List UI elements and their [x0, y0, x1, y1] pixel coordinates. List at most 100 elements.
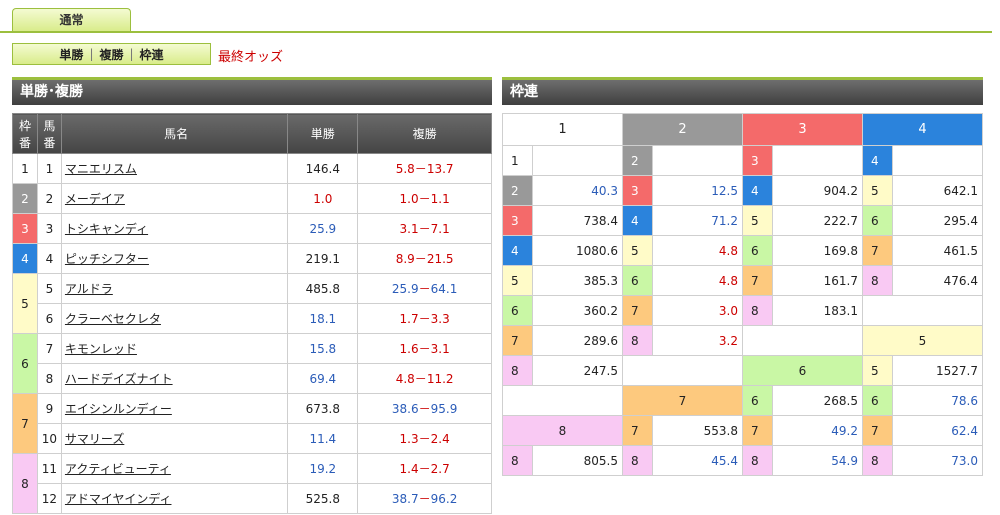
- horse-name-link[interactable]: マニエリスム: [65, 162, 137, 176]
- nav-wakuren[interactable]: 枠連: [140, 46, 164, 63]
- place-odds: 38.6－95.9: [357, 393, 492, 424]
- place-odds-separator: －: [418, 192, 431, 206]
- table-row: 12 アドマイヤインディ 525.8 38.7－96.2: [13, 483, 492, 514]
- place-odds-low: 1.4: [399, 462, 419, 476]
- wakuren-row: 1 2 3 4: [501, 145, 983, 176]
- wakuren-row: 8 805.5 8 45.4 8 54.9 8 73.0: [501, 445, 983, 476]
- wakuren-frame: 4: [621, 205, 654, 236]
- horse-name-link[interactable]: エイシンルンディー: [65, 402, 172, 416]
- win-odds: 18.1: [287, 303, 359, 334]
- horse-name-link[interactable]: ピッチシフター: [65, 252, 149, 266]
- frame-number: 3: [12, 213, 38, 244]
- horse-name-cell: エイシンルンディー: [60, 393, 289, 424]
- wakuren-row: 7 289.6 8 3.2 5: [501, 325, 984, 356]
- wakuren-header-row: 1 2 3 4: [502, 113, 984, 146]
- wakuren-odds: [772, 145, 863, 176]
- place-odds: 1.4－2.7: [357, 453, 492, 484]
- wakuren-frame: 5: [861, 175, 894, 206]
- horse-name-link[interactable]: アドマイヤインディ: [65, 492, 172, 506]
- nav-fukusho[interactable]: 複勝: [99, 46, 123, 63]
- table-row: 6 7 キモンレッド 15.8 1.6－3.1: [12, 333, 492, 394]
- tab-underline: [0, 31, 992, 33]
- nav-separator: |: [129, 47, 134, 61]
- wakuren-frame: 6: [621, 265, 654, 296]
- place-odds-separator: －: [418, 462, 431, 476]
- horse-name-link[interactable]: サマリーズ: [65, 432, 124, 446]
- wakuren-frame: 6: [741, 385, 774, 416]
- horse-number: 1: [36, 153, 62, 184]
- horse-number: 9: [36, 393, 62, 424]
- wakuren-odds: 476.4: [892, 265, 983, 296]
- place-odds-high: 64.1: [430, 282, 458, 296]
- win-odds: 11.4: [287, 423, 359, 454]
- horse-name-link[interactable]: クラーベセクレタ: [65, 312, 161, 326]
- place-odds-high: 2.4: [430, 432, 450, 446]
- wakuren-odds: [652, 145, 743, 176]
- horse-name-link[interactable]: キモンレッド: [65, 342, 137, 356]
- wakuren-frame: 7: [621, 295, 654, 326]
- wakuren-header-4: 4: [861, 113, 984, 146]
- horse-name-cell: アクティビューティ: [60, 453, 289, 484]
- latest-odds-label: 最終オッズ: [218, 50, 284, 65]
- wakuren-odds: 183.1: [772, 295, 863, 326]
- wakuren-odds: 4.8: [652, 235, 743, 266]
- place-odds: 3.1－7.1: [357, 213, 492, 244]
- frame-number: 7: [12, 393, 38, 454]
- wakuren-odds: 3.2: [652, 325, 743, 356]
- place-odds-low: 1.7: [399, 312, 419, 326]
- wakuren-odds: 461.5: [892, 235, 983, 266]
- wakuren-frame: 5: [861, 355, 894, 386]
- section-header-wakuren: 枠連: [502, 77, 983, 105]
- wakuren-header-6: 6: [741, 355, 863, 386]
- wakuren-frame: 7: [501, 325, 534, 356]
- horse-name-cell: アルドラ: [60, 273, 289, 304]
- header-horse-name: 馬名: [60, 113, 289, 154]
- wakuren-odds: 3.0: [652, 295, 743, 326]
- wakuren-frame: 6: [741, 235, 774, 266]
- wakuren-frame: 7: [741, 415, 774, 446]
- horse-number: 11: [36, 453, 62, 484]
- wakuren-header-3: 3: [741, 113, 863, 146]
- horse-number: 12: [36, 483, 62, 514]
- wakuren-odds: 247.5: [532, 355, 623, 386]
- place-odds-separator: －: [414, 162, 427, 176]
- wakuren-frame: 8: [621, 445, 654, 476]
- horse-name-cell: ハードデイズナイト: [60, 363, 289, 394]
- wakuren-row: 6 360.2 7 3.0 8 183.1: [501, 295, 984, 326]
- frame-number: 4: [12, 243, 38, 274]
- tab-normal[interactable]: 通常: [12, 8, 131, 31]
- wakuren-frame: 2: [621, 145, 654, 176]
- wakuren-odds: 385.3: [532, 265, 623, 296]
- table-row: 3 3 トシキャンディ 25.9 3.1－7.1: [12, 213, 492, 244]
- horse-name-link[interactable]: トシキャンディ: [65, 222, 148, 236]
- place-odds-low: 3.1: [399, 222, 419, 236]
- horse-name-cell: トシキャンディ: [60, 213, 289, 244]
- place-odds-high: 96.2: [430, 492, 458, 506]
- nav-tansho[interactable]: 単勝: [59, 46, 83, 63]
- horse-name-link[interactable]: メーデイア: [65, 192, 125, 206]
- table-row: 7 9 エイシンルンディー 673.8 38.6－95.9: [12, 393, 492, 454]
- horse-number: 8: [36, 363, 62, 394]
- horse-name-cell: アドマイヤインディ: [60, 483, 289, 514]
- horse-number: 2: [36, 183, 62, 214]
- place-odds-separator: －: [414, 372, 427, 386]
- horse-name-link[interactable]: ハードデイズナイト: [65, 372, 173, 386]
- wakuren-odds: 1527.7: [892, 355, 983, 386]
- horse-number: 3: [36, 213, 62, 244]
- place-odds: 38.7－96.2: [357, 483, 492, 514]
- place-odds: 1.7－3.3: [357, 303, 492, 334]
- horse-name-link[interactable]: アルドラ: [65, 282, 113, 296]
- wakuren-frame: 8: [741, 295, 774, 326]
- table-row: 1 1 マニエリスム 146.4 5.8－13.7: [12, 153, 492, 184]
- place-odds-separator: －: [418, 402, 431, 416]
- wakuren-odds: 45.4: [652, 445, 743, 476]
- wakuren-row: 8 7 553.8 7 49.2 7 62.4: [502, 415, 983, 446]
- wakuren-odds: 642.1: [892, 175, 983, 206]
- horse-name-link[interactable]: アクティビューティ: [65, 462, 171, 476]
- wakuren-frame: 3: [621, 175, 654, 206]
- horse-number: 7: [36, 333, 62, 364]
- win-place-table: 枠番 馬番 馬名 単勝 複勝 1 1 マニエリスム 146.4 5.8－13.7 2 2 メー…: [12, 113, 492, 514]
- wakuren-frame: 8: [741, 445, 774, 476]
- place-odds-low: 5.8: [395, 162, 415, 176]
- wakuren-frame: 4: [501, 235, 534, 266]
